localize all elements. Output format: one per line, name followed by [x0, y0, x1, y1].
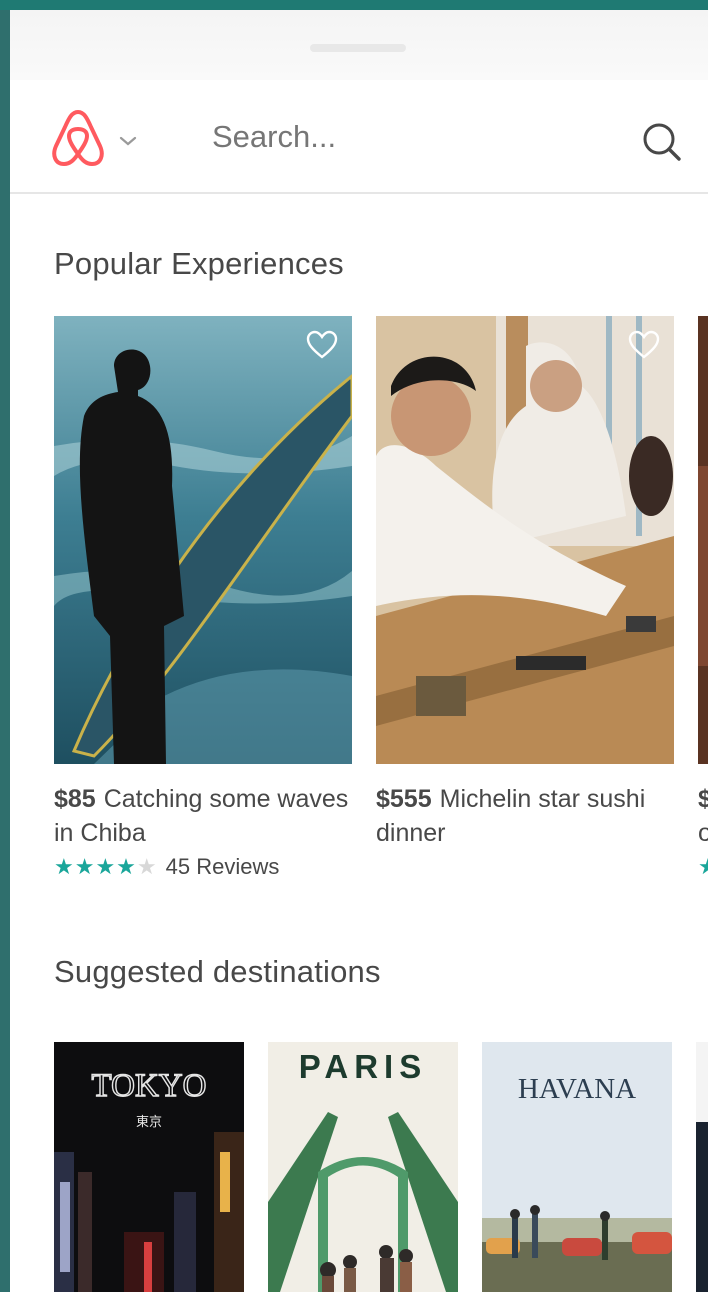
- destination-card[interactable]: [696, 1042, 708, 1292]
- destination-label: HAVANA: [518, 1073, 636, 1105]
- sushi-chef-photo: [376, 316, 674, 764]
- experience-description: $ o: [698, 782, 708, 850]
- destination-card-paris[interactable]: PARIS: [268, 1042, 458, 1292]
- heart-icon[interactable]: [628, 330, 660, 360]
- chevron-down-icon[interactable]: [118, 134, 138, 148]
- destinations-carousel: TOKYO 東京 PARIS HAVANA: [54, 1042, 708, 1292]
- app-screen: Popular Experiences: [10, 10, 708, 1292]
- paris-poster: PARIS: [268, 1042, 458, 1292]
- experience-title: o: [698, 819, 708, 847]
- destination-sublabel: 東京: [136, 1114, 162, 1130]
- search-input[interactable]: [210, 108, 634, 166]
- top-strip: [0, 0, 708, 10]
- destination-poster: [696, 1042, 708, 1292]
- havana-poster: HAVANA: [482, 1042, 672, 1292]
- destination-card-havana[interactable]: HAVANA: [482, 1042, 672, 1292]
- search-icon[interactable]: [640, 120, 684, 164]
- experiences-carousel: $85 Catching some waves in Chiba ★★★★★ 45 …: [54, 316, 708, 916]
- heart-icon[interactable]: [306, 330, 338, 360]
- experience-price: $555: [376, 785, 432, 813]
- experience-description: $85 Catching some waves in Chiba: [54, 782, 354, 850]
- experience-photo: [698, 316, 708, 764]
- experience-rating: ★: [698, 854, 708, 880]
- popular-experiences-heading: Popular Experiences: [54, 246, 344, 281]
- destination-label: TOKYO: [92, 1068, 207, 1104]
- star-rating-icon: ★★★★★: [54, 854, 158, 879]
- status-bar: [10, 10, 708, 80]
- experience-price: $: [698, 785, 708, 813]
- tokyo-poster: TOKYO 東京: [54, 1042, 244, 1292]
- experience-description: $555 Michelin star sushi dinner: [376, 782, 676, 850]
- experience-title: Catching some waves in Chiba: [54, 785, 349, 847]
- airbnb-logo-icon[interactable]: [50, 108, 106, 168]
- app-header: [10, 80, 708, 194]
- experience-reviews: 45 Reviews: [165, 854, 280, 879]
- star-rating-icon: ★: [698, 854, 708, 879]
- suggested-destinations-heading: Suggested destinations: [54, 954, 381, 989]
- destination-card-tokyo[interactable]: TOKYO 東京: [54, 1042, 244, 1292]
- status-pill: [310, 44, 406, 52]
- destination-label: PARIS: [299, 1048, 427, 1085]
- experience-price: $85: [54, 785, 96, 813]
- surfer-photo: [54, 316, 352, 764]
- experience-rating: ★★★★★ 45 Reviews: [54, 854, 279, 880]
